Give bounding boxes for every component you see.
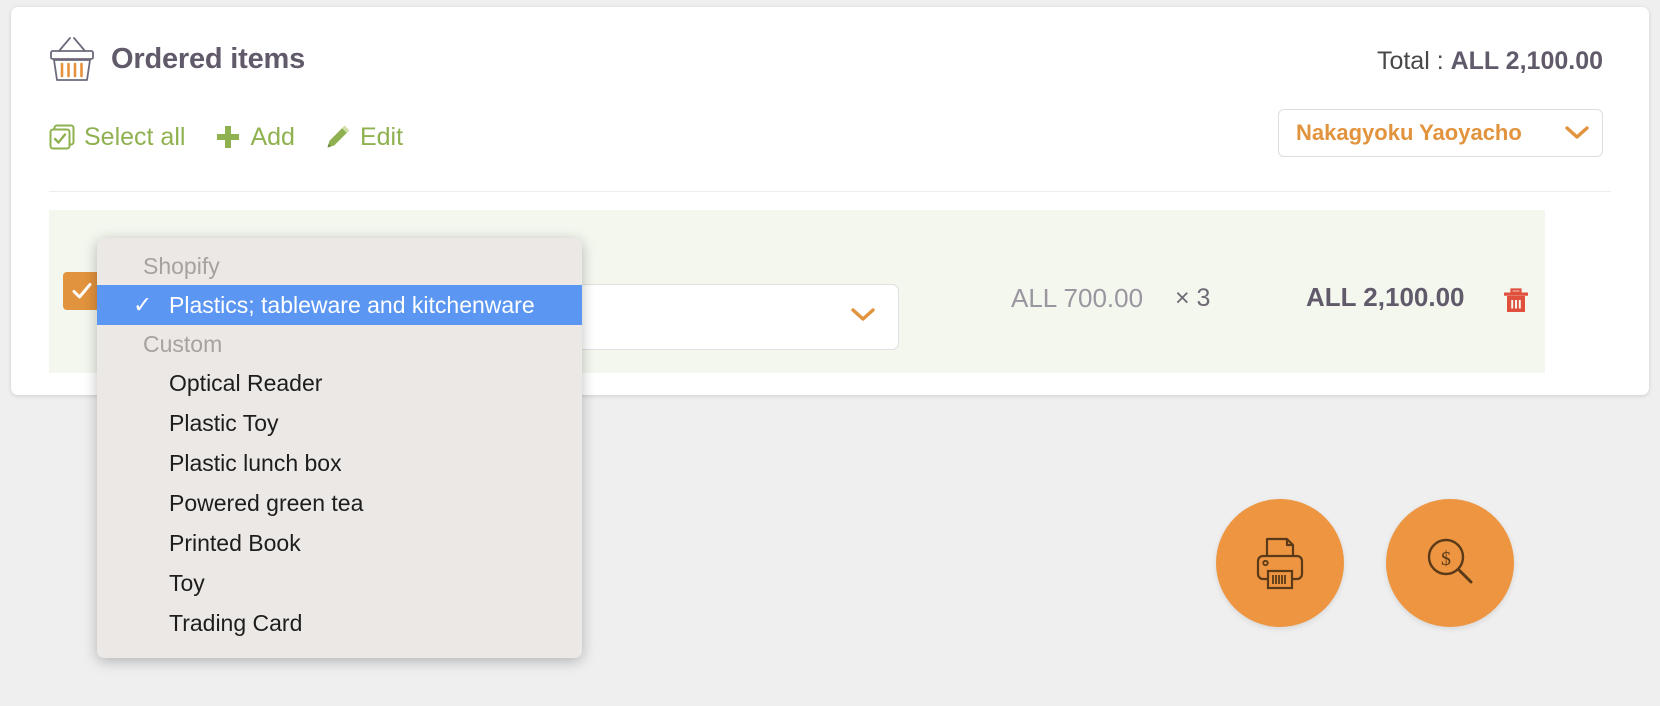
order-total: Total : ALL 2,100.00 [1377, 47, 1603, 76]
trash-icon [1504, 288, 1528, 312]
add-item-label: Add [250, 122, 295, 151]
store-selector[interactable]: Nakagyoku Yaoyacho [1278, 109, 1603, 157]
line-item-delete-button[interactable] [1499, 284, 1533, 318]
order-total-label: Total : [1376, 47, 1451, 75]
dropdown-item-label: Optical Reader [169, 370, 323, 396]
pencil-icon [325, 124, 351, 150]
dropdown-item[interactable]: Printed Book [97, 523, 582, 563]
order-total-value: ALL 2,100.00 [1450, 47, 1603, 75]
line-item-unit-price: ALL 700.00 [1011, 283, 1144, 313]
dropdown-item-label: Plastic lunch box [169, 450, 342, 476]
dropdown-item[interactable]: Toy [97, 563, 582, 603]
dropdown-item[interactable]: Trading Card [97, 603, 582, 643]
plus-icon [215, 124, 241, 150]
dropdown-item-label: Plastics; tableware and kitchenware [169, 292, 535, 318]
dropdown-item[interactable]: Plastic Toy [97, 403, 582, 443]
category-dropdown-menu[interactable]: Shopify ✓ Plastics; tableware and kitchenw… [97, 238, 582, 658]
printer-icon [1256, 537, 1304, 590]
dropdown-item-label: Toy [169, 570, 205, 596]
dropdown-item[interactable]: Plastic lunch box [97, 443, 582, 483]
select-all-label: Select all [84, 122, 186, 151]
shopping-basket-icon [46, 35, 98, 85]
dropdown-item-label: Plastic Toy [169, 410, 279, 436]
dropdown-group-label: Shopify [143, 253, 220, 279]
line-item-total: ALL 2,100.00 [1306, 282, 1465, 312]
card-header: Ordered items Total : ALL 2,100.00 [11, 7, 1649, 103]
edit-items-button[interactable]: Edit [325, 124, 403, 150]
check-icon: ✓ [133, 291, 153, 318]
checkbox-stack-icon [49, 124, 75, 150]
svg-text:$: $ [1441, 548, 1451, 570]
dropdown-item-label: Powered green tea [169, 490, 364, 516]
header-divider [49, 191, 1611, 192]
dropdown-group-label: Custom [143, 331, 223, 357]
dropdown-item[interactable]: Powered green tea [97, 483, 582, 523]
line-item-quantity: × 3 [1175, 284, 1211, 312]
line-item-checkbox[interactable] [63, 272, 101, 310]
print-button[interactable] [1216, 499, 1344, 627]
dropdown-item[interactable]: Optical Reader [97, 363, 582, 403]
page-title: Ordered items [111, 43, 306, 75]
chevron-down-icon [1564, 124, 1590, 142]
select-all-button[interactable]: Select all [49, 124, 185, 150]
chevron-down-icon [850, 306, 876, 329]
dropdown-item[interactable]: ✓ Plastics; tableware and kitchenware [97, 285, 582, 325]
store-selector-value: Nakagyoku Yaoyacho [1296, 120, 1522, 145]
edit-items-label: Edit [359, 122, 404, 151]
magnifier-dollar-icon: $ [1427, 538, 1473, 584]
dropdown-item-label: Printed Book [169, 530, 301, 556]
check-icon [72, 283, 92, 299]
price-search-button[interactable]: $ [1386, 499, 1514, 627]
add-item-button[interactable]: Add [215, 122, 295, 151]
dropdown-item-label: Trading Card [169, 610, 303, 636]
item-actions-toolbar: Select all Add Edit [49, 115, 403, 159]
